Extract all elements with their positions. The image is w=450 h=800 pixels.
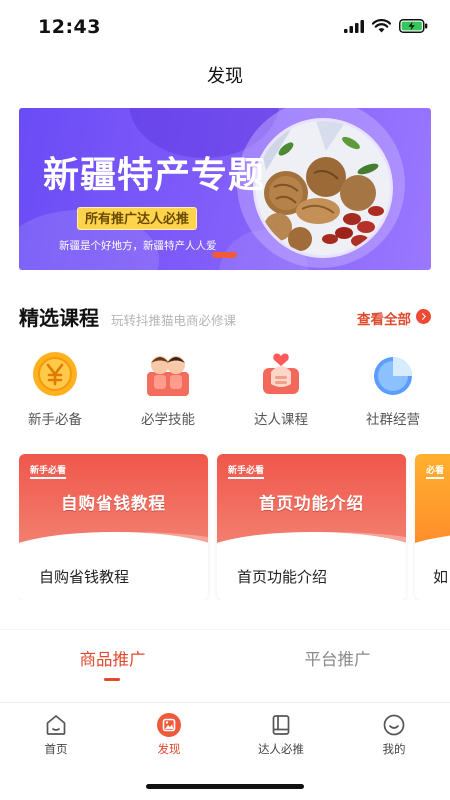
status-time: 12:43: [38, 16, 101, 38]
nuts-illustration: [256, 121, 390, 255]
tabbar-item-home[interactable]: 首页: [0, 713, 112, 757]
tabbar-label: 达人必推: [258, 742, 304, 756]
status-bar: 12:43: [0, 0, 450, 56]
tab-platform-promotion[interactable]: 平台推广: [225, 646, 450, 670]
course-title: 如: [433, 568, 449, 586]
course-tag: 必看: [426, 463, 445, 479]
course-card[interactable]: 新手必看 自购省钱教程 自购省钱教程: [19, 454, 208, 600]
coin-icon: [31, 350, 79, 398]
category-community[interactable]: 社群经营: [348, 350, 438, 428]
banner-title: 新疆特产专题: [43, 154, 266, 196]
section-title: 精选课程: [19, 306, 99, 330]
tab-product-promotion[interactable]: 商品推广: [0, 646, 225, 670]
nav-bar: 发现: [0, 56, 450, 102]
home-indicator[interactable]: [146, 784, 304, 789]
top-section: 新疆特产专题 所有推广达人必推 新疆是个好地方，新疆特产人人爱 精选课程 玩转抖…: [0, 102, 450, 629]
section-subtitle: 玩转抖推猫电商必修课: [111, 313, 237, 328]
banner-subtitle: 新疆是个好地方，新疆特产人人爱: [59, 240, 217, 252]
courses-header: 精选课程 玩转抖推猫电商必修课 查看全部: [19, 302, 431, 332]
tab-indicator: [104, 678, 120, 681]
category-label: 社群经营: [366, 412, 420, 428]
home-icon: [44, 713, 68, 737]
tabbar-item-expert-picks[interactable]: 达人必推: [225, 713, 337, 757]
smile-icon: [382, 713, 406, 737]
category-label: 新手必备: [28, 412, 82, 428]
course-title: 首页功能介绍: [237, 568, 328, 586]
discover-icon: [157, 713, 181, 737]
thumb-wave: [415, 532, 450, 554]
chevron-right-icon[interactable]: [416, 309, 431, 324]
heart-hand-icon: [257, 350, 305, 398]
category-label: 达人课程: [254, 412, 308, 428]
people-icon: [144, 350, 192, 398]
promotion-tabs: 商品推广 平台推广: [0, 630, 450, 702]
course-thumb-title: 首页功能介绍: [259, 494, 364, 513]
promo-banner[interactable]: 新疆特产专题 所有推广达人必推 新疆是个好地方，新疆特产人人爱: [19, 108, 431, 270]
course-thumbnail: 新手必看 自购省钱教程: [19, 454, 208, 554]
status-icons: [344, 19, 428, 33]
book-icon: [269, 713, 293, 737]
banner-pill: 所有推广达人必推: [77, 207, 197, 230]
page-title: 发现: [207, 66, 243, 87]
category-skills[interactable]: 必学技能: [123, 350, 213, 428]
category-label: 必学技能: [141, 412, 195, 428]
banner-nuts-image: [253, 118, 393, 258]
course-carousel[interactable]: 新手必看 自购省钱教程 自购省钱教程 新手必看 首页功能介绍 首页功能介绍 必看…: [19, 454, 450, 600]
content-scroll[interactable]: 新疆特产专题 所有推广达人必推 新疆是个好地方，新疆特产人人爱 精选课程 玩转抖…: [0, 102, 450, 702]
course-card[interactable]: 新手必看 首页功能介绍 首页功能介绍: [217, 454, 406, 600]
category-newbie[interactable]: 新手必备: [10, 350, 100, 428]
course-title: 自购省钱教程: [39, 568, 130, 586]
tabbar-item-profile[interactable]: 我的: [338, 713, 450, 757]
cellular-signal-icon: [344, 19, 364, 33]
course-thumbnail: 新手必看 首页功能介绍: [217, 454, 406, 554]
category-expert[interactable]: 达人课程: [236, 350, 326, 428]
carousel-indicator: [212, 252, 237, 258]
course-thumb-title: 自购省钱教程: [61, 494, 166, 513]
pie-chart-icon: [369, 350, 417, 398]
course-card[interactable]: 必看 如: [415, 454, 450, 600]
wifi-icon: [372, 19, 391, 33]
tabbar-label: 我的: [382, 742, 406, 756]
course-tag: 新手必看: [228, 463, 265, 479]
battery-charging-icon: [399, 19, 428, 33]
tabbar-item-discover[interactable]: 发现: [113, 713, 225, 757]
tabbar-label: 发现: [157, 742, 181, 756]
view-all-link[interactable]: 查看全部: [357, 308, 411, 328]
course-thumbnail: 必看: [415, 454, 450, 554]
course-tag: 新手必看: [30, 463, 67, 479]
tabbar-label: 首页: [44, 742, 68, 756]
